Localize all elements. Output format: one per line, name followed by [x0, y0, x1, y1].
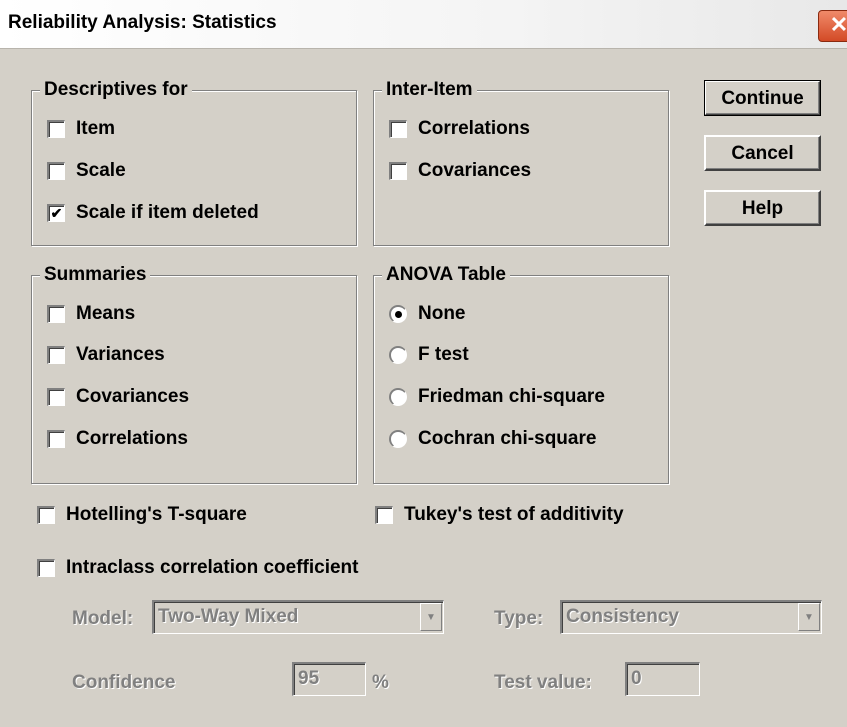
- checkbox-box[interactable]: [389, 120, 407, 138]
- model-label: Model:: [72, 608, 134, 629]
- percent-label: %: [372, 672, 389, 693]
- type-value: Consistency: [566, 606, 679, 627]
- anova-legend: ANOVA Table: [382, 264, 510, 286]
- checkbox-box[interactable]: [47, 388, 65, 406]
- inter-item-group: Inter-Item Correlations Covariances: [373, 79, 669, 246]
- summaries-covariances-checkbox[interactable]: Covariances: [47, 384, 189, 410]
- model-value: Two-Way Mixed: [158, 606, 299, 627]
- checkbox-label: Correlations: [418, 118, 530, 139]
- checkbox-box[interactable]: [389, 162, 407, 180]
- window-title: Reliability Analysis: Statistics: [8, 12, 277, 33]
- summaries-legend: Summaries: [40, 264, 151, 286]
- means-checkbox[interactable]: Means: [47, 301, 135, 327]
- continue-button[interactable]: Continue: [704, 80, 821, 116]
- checkbox-label: Intraclass correlation coefficient: [66, 557, 359, 578]
- confidence-input: 95: [292, 662, 366, 696]
- summaries-correlations-checkbox[interactable]: Correlations: [47, 426, 188, 452]
- inter-item-legend: Inter-Item: [382, 79, 477, 101]
- checkbox-box[interactable]: [37, 506, 55, 524]
- radio-icon[interactable]: [389, 388, 407, 406]
- radio-icon[interactable]: [389, 430, 407, 448]
- close-button[interactable]: ✕: [818, 10, 847, 42]
- checkmark-icon[interactable]: ✔: [47, 204, 65, 222]
- confidence-label: Confidence: [72, 672, 176, 693]
- radio-label: None: [418, 303, 466, 324]
- checkbox-label: Covariances: [76, 386, 190, 407]
- checkbox-label: Tukey's test of additivity: [404, 504, 624, 525]
- help-button[interactable]: Help: [704, 190, 821, 226]
- checkbox-box[interactable]: [47, 305, 65, 323]
- checkbox-label: Correlations: [76, 428, 188, 449]
- checkbox-label: Variances: [76, 344, 165, 365]
- radio-icon[interactable]: [389, 346, 407, 364]
- checkbox-label: Scale if item deleted: [76, 202, 259, 223]
- inter-item-covariances-checkbox[interactable]: Covariances: [389, 158, 531, 184]
- hotellings-checkbox[interactable]: Hotelling's T-square: [37, 502, 247, 528]
- confidence-value: 95: [298, 668, 320, 689]
- anova-f-test-radio[interactable]: F test: [389, 342, 469, 368]
- checkbox-box[interactable]: [47, 430, 65, 448]
- checkbox-box[interactable]: [47, 346, 65, 364]
- scale-if-item-deleted-checkbox[interactable]: ✔ Scale if item deleted: [47, 200, 259, 226]
- chevron-down-icon: ▼: [798, 603, 820, 631]
- scale-checkbox[interactable]: Scale: [47, 158, 126, 184]
- test-value-label: Test value:: [494, 672, 592, 693]
- item-checkbox[interactable]: Item: [47, 116, 115, 142]
- test-value-input: 0: [625, 662, 700, 696]
- close-icon: ✕: [829, 12, 847, 37]
- descriptives-group: Descriptives for Item Scale ✔ Scale if i…: [31, 79, 357, 246]
- tukeys-checkbox[interactable]: Tukey's test of additivity: [375, 502, 624, 528]
- checkbox-box[interactable]: [47, 162, 65, 180]
- anova-none-radio[interactable]: None: [389, 301, 466, 327]
- type-label: Type:: [494, 608, 544, 629]
- checkbox-label: Covariances: [418, 160, 532, 181]
- cancel-button[interactable]: Cancel: [704, 135, 821, 171]
- title-bar: Reliability Analysis: Statistics ✕: [0, 0, 847, 49]
- test-value-value: 0: [631, 668, 642, 689]
- radio-label: Friedman chi-square: [418, 386, 605, 407]
- inter-item-correlations-checkbox[interactable]: Correlations: [389, 116, 530, 142]
- descriptives-legend: Descriptives for: [40, 79, 192, 101]
- anova-group: ANOVA Table None F test Friedman chi-squ…: [373, 264, 669, 484]
- variances-checkbox[interactable]: Variances: [47, 342, 165, 368]
- checkbox-label: Means: [76, 303, 136, 324]
- radio-label: Cochran chi-square: [418, 428, 597, 449]
- anova-friedman-radio[interactable]: Friedman chi-square: [389, 384, 605, 410]
- checkbox-box[interactable]: [375, 506, 393, 524]
- checkbox-label: Hotelling's T-square: [66, 504, 247, 525]
- model-dropdown: Two-Way Mixed ▼: [152, 600, 444, 634]
- anova-cochran-radio[interactable]: Cochran chi-square: [389, 426, 596, 452]
- checkbox-box[interactable]: [47, 120, 65, 138]
- checkbox-box[interactable]: [37, 559, 55, 577]
- intraclass-checkbox[interactable]: Intraclass correlation coefficient: [37, 555, 359, 581]
- radio-label: F test: [418, 344, 469, 365]
- chevron-down-icon: ▼: [420, 603, 442, 631]
- type-dropdown: Consistency ▼: [560, 600, 822, 634]
- checkbox-label: Item: [76, 118, 116, 139]
- summaries-group: Summaries Means Variances Covariances Co…: [31, 264, 357, 484]
- checkbox-label: Scale: [76, 160, 126, 181]
- radio-selected-icon[interactable]: [389, 305, 407, 323]
